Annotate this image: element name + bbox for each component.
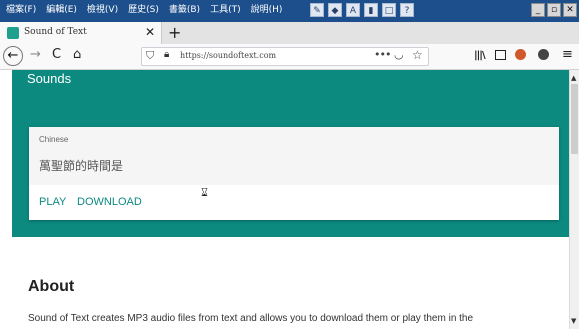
paint-icon[interactable]: ◆ — [328, 3, 342, 17]
tab-bar: Sound of Text ✕ + — [0, 22, 579, 44]
extension-icon[interactable] — [515, 49, 526, 60]
new-tab-button[interactable]: + — [168, 23, 181, 42]
library-icon[interactable]: |||\ — [474, 50, 486, 61]
language-label: Chinese — [39, 135, 69, 144]
menu-bookmarks[interactable]: 書籤(B) — [169, 4, 200, 16]
hamburger-menu-icon[interactable]: ≡ — [562, 47, 573, 62]
home-button[interactable]: ⌂ — [73, 47, 81, 62]
section-title: Sounds — [27, 71, 72, 86]
window-icon[interactable]: □ — [382, 3, 396, 17]
hourglass-icon: ⌛︎ — [201, 186, 208, 199]
menu-view[interactable]: 檢視(V) — [87, 4, 118, 16]
url-bar[interactable]: ⛉ 🔒︎ https://soundoftext.com ••• ◡ ☆ — [141, 47, 429, 66]
menu-file[interactable]: 檔案(F) — [6, 4, 36, 16]
window-controls: _ ▫ ✕ — [531, 3, 577, 17]
card-header: Chinese 萬聖節的時間是 — [29, 127, 559, 185]
font-icon[interactable]: A — [346, 3, 360, 17]
download-button[interactable]: DOWNLOAD — [77, 196, 142, 208]
restore-button[interactable]: ▫ — [547, 3, 561, 17]
menu-history[interactable]: 歷史(S) — [128, 4, 159, 16]
taskbar-icons: ✎ ◆ A ▮ □ ? — [310, 3, 414, 17]
lock-icon[interactable]: 🔒︎ — [164, 49, 169, 60]
reload-button[interactable]: C — [52, 47, 61, 62]
page-content: Sounds Chinese 萬聖節的時間是 PLAY DOWNLOAD ⌛︎ … — [0, 70, 569, 329]
menu-edit[interactable]: 編輯(E) — [46, 4, 77, 16]
bar-icon[interactable]: ▮ — [364, 3, 378, 17]
vertical-scrollbar[interactable]: ▲ ▼ — [569, 70, 579, 329]
favicon-icon — [7, 27, 19, 39]
clipboard-icon[interactable]: ✎ — [310, 3, 324, 17]
pocket-icon[interactable]: ◡ — [394, 48, 404, 61]
help-icon[interactable]: ? — [400, 3, 414, 17]
extension-icon-2[interactable] — [538, 49, 549, 60]
menu-items: 檔案(F) 編輯(E) 檢視(V) 歷史(S) 書籤(B) 工具(T) 說明(H… — [6, 4, 282, 16]
tab-close-icon[interactable]: ✕ — [145, 25, 155, 39]
page-actions-button[interactable]: ••• — [374, 48, 391, 61]
play-button[interactable]: PLAY — [39, 196, 66, 208]
about-heading: About — [28, 278, 75, 295]
minimize-button[interactable]: _ — [531, 3, 545, 17]
shield-icon[interactable]: ⛉ — [146, 49, 154, 63]
forward-button[interactable]: → — [30, 47, 41, 62]
scroll-thumb[interactable] — [571, 84, 578, 154]
menu-bar: 檔案(F) 編輯(E) 檢視(V) 歷史(S) 書籤(B) 工具(T) 說明(H… — [0, 0, 579, 22]
back-button[interactable]: ← — [3, 46, 23, 66]
scroll-up-icon[interactable]: ▲ — [571, 74, 576, 82]
menu-tools[interactable]: 工具(T) — [210, 4, 241, 16]
sounds-section: Sounds Chinese 萬聖節的時間是 PLAY DOWNLOAD ⌛︎ — [12, 70, 569, 237]
close-window-button[interactable]: ✕ — [563, 3, 577, 17]
url-text[interactable]: https://soundoftext.com — [180, 51, 276, 60]
sound-card: Chinese 萬聖節的時間是 PLAY DOWNLOAD — [29, 127, 559, 220]
sidebar-icon[interactable] — [495, 50, 506, 60]
about-text: Sound of Text creates MP3 audio files fr… — [28, 313, 474, 324]
nav-bar: ← → C ⌂ ⛉ 🔒︎ https://soundoftext.com •••… — [0, 44, 579, 70]
menu-help[interactable]: 說明(H) — [251, 4, 283, 16]
scroll-down-icon[interactable]: ▼ — [571, 317, 576, 325]
phrase-text: 萬聖節的時間是 — [39, 159, 124, 173]
tab-sound-of-text[interactable]: Sound of Text ✕ — [0, 22, 162, 44]
star-icon[interactable]: ☆ — [412, 48, 423, 62]
tab-title: Sound of Text — [24, 27, 87, 37]
